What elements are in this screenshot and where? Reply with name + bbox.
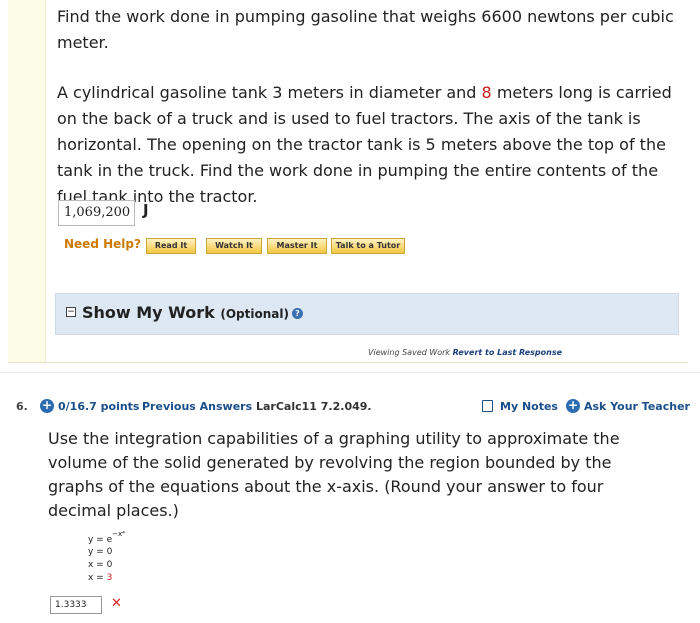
question-number: 6. <box>16 400 28 413</box>
q5-highlight-value: 8 <box>481 83 492 102</box>
question-5-content: Find the work done in pumping gasoline t… <box>45 0 689 362</box>
equation-4-lhs: x = <box>88 573 107 583</box>
plus-circle-icon[interactable]: + <box>40 399 54 413</box>
revert-link[interactable]: Revert to Last Response <box>453 348 562 357</box>
my-notes-link[interactable]: My Notes <box>500 400 558 413</box>
equation-3: x = 0 <box>88 560 113 570</box>
q5-problem-part-a: A cylindrical gasoline tank 3 meters in … <box>57 83 482 102</box>
watch-it-button[interactable]: Watch It <box>206 238 262 254</box>
ask-teacher-link[interactable]: Ask Your Teacher <box>584 400 690 413</box>
read-it-button[interactable]: Read It <box>146 238 196 254</box>
master-it-button[interactable]: Master It <box>267 238 327 254</box>
need-help-label: Need Help? <box>64 237 141 251</box>
q6-question-text: Use the integration capabilities of a gr… <box>48 429 620 520</box>
collapse-icon[interactable]: − <box>66 307 76 317</box>
previous-answers-link[interactable]: Previous Answers <box>142 400 252 413</box>
equation-2: y = 0 <box>88 547 113 557</box>
show-my-work-optional: (Optional) <box>220 307 289 321</box>
q5-answer-unit: J <box>143 201 149 219</box>
question-5-card: Find the work done in pumping gasoline t… <box>8 0 689 363</box>
notes-icon[interactable] <box>482 400 493 412</box>
q5-problem-text: A cylindrical gasoline tank 3 meters in … <box>57 80 677 210</box>
equation-4-value: 3 <box>106 573 113 583</box>
q6-answer-field[interactable]: 1.3333 <box>50 596 102 614</box>
equation-1-exponent: −x⁴ <box>112 530 125 538</box>
q5-intro-text: Find the work done in pumping gasoline t… <box>57 7 674 52</box>
points-label[interactable]: 0/16.7 points <box>58 400 139 413</box>
viewing-saved-work: Viewing Saved Work Revert to Last Respon… <box>368 348 562 357</box>
problem-reference: LarCalc11 7.2.049. <box>256 400 372 413</box>
equation-4: x = 3 <box>88 573 112 583</box>
show-my-work-label: Show My Work <box>82 303 215 322</box>
question-divider <box>0 372 700 373</box>
q5-answer-field[interactable]: 1,069,200 <box>58 200 135 226</box>
equation-1-lhs: y = e <box>88 535 113 545</box>
talk-to-tutor-button[interactable]: Talk to a Tutor <box>331 238 405 254</box>
viewing-saved-work-text: Viewing Saved Work <box>368 348 451 357</box>
x-mark-icon: ✕ <box>111 596 122 611</box>
show-my-work-title[interactable]: Show My Work (Optional)? <box>82 303 303 322</box>
equation-1: y = e−x⁴ <box>88 530 125 545</box>
show-my-work-panel[interactable]: − Show My Work (Optional)? <box>55 293 679 335</box>
help-icon[interactable]: ? <box>291 308 303 319</box>
plus-circle-icon[interactable]: + <box>566 399 580 413</box>
